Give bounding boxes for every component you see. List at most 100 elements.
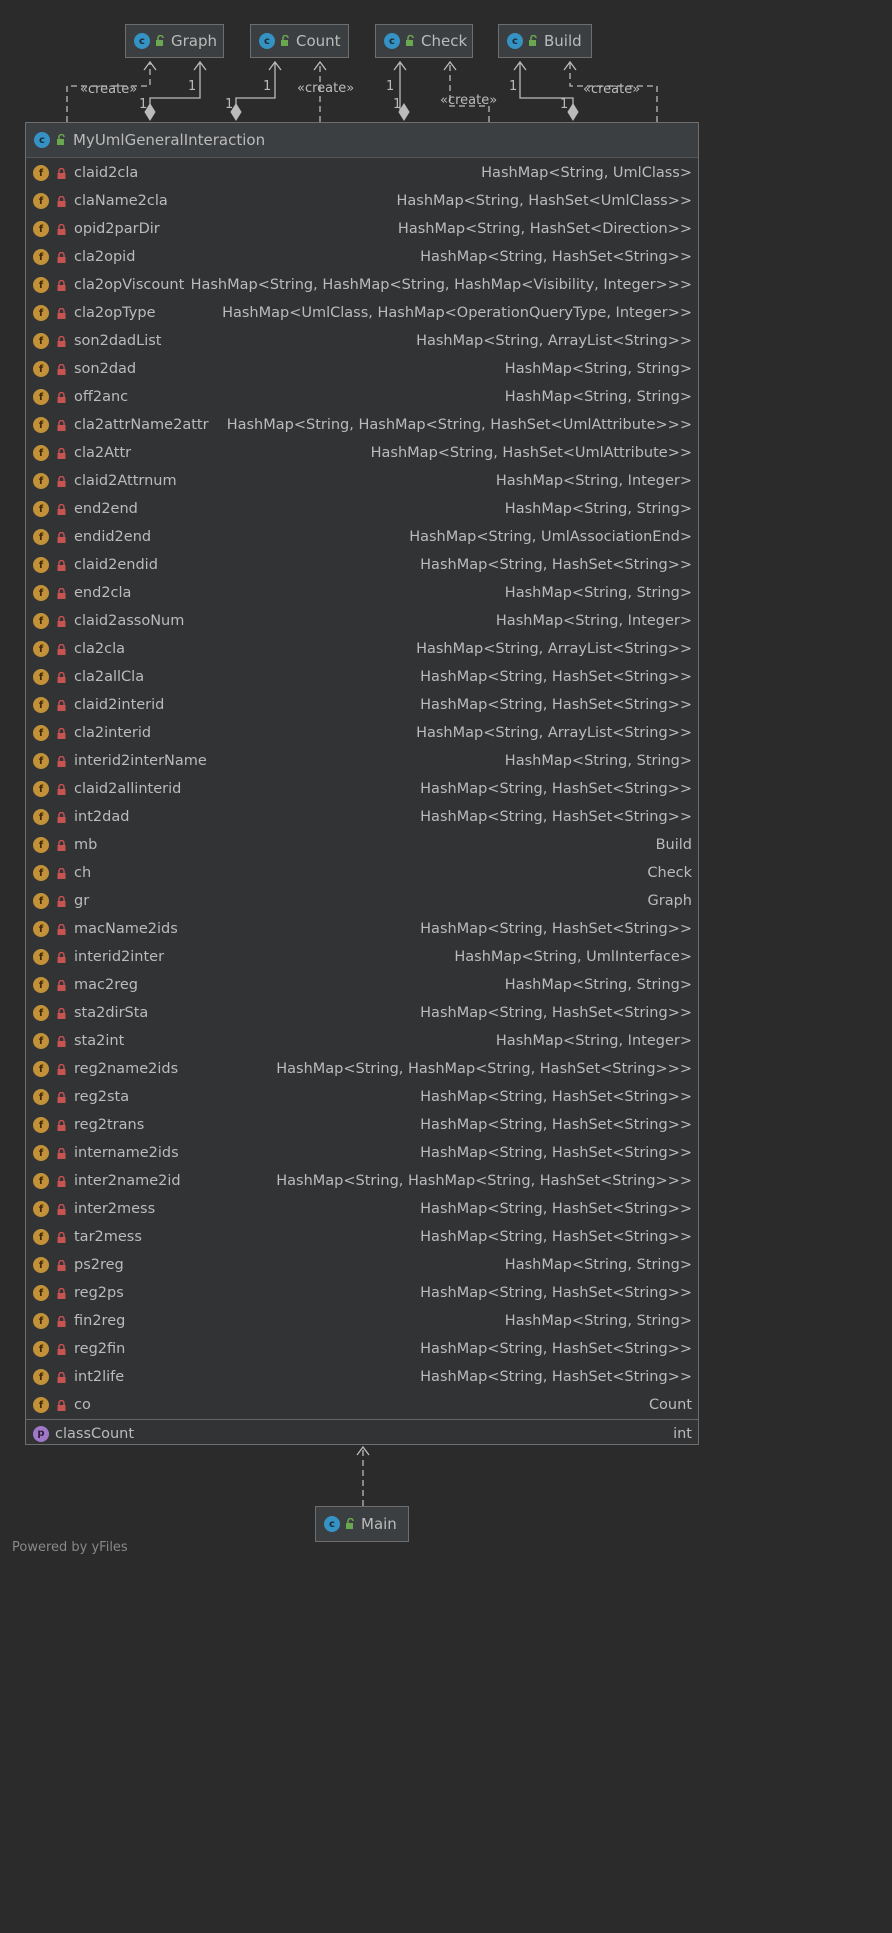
field-row[interactable]: f interid2interName HashMap<String, String… <box>26 747 698 775</box>
field-name: claid2allinterid <box>74 781 182 797</box>
lock-icon <box>57 1175 66 1187</box>
field-name: interid2interName <box>74 753 207 769</box>
field-row[interactable]: f ch Check <box>26 859 698 887</box>
lock-icon <box>57 1399 66 1411</box>
class-icon: c <box>259 33 275 49</box>
field-row[interactable]: f cla2Attr HashMap<String, HashSet<UmlAttr… <box>26 439 698 467</box>
field-row[interactable]: f intername2ids HashMap<String, HashSet<St… <box>26 1139 698 1167</box>
class-box-my-uml-general-interaction[interactable]: c MyUmlGeneralInteraction f claid2cla Hash… <box>25 122 699 1445</box>
field-row[interactable]: f macName2ids HashMap<String, HashSet<Stri… <box>26 915 698 943</box>
field-row[interactable]: f cla2opType HashMap<UmlClass, HashMap<Ope… <box>26 299 698 327</box>
field-row[interactable]: f claid2Attrnum HashMap<String, Integer> <box>26 467 698 495</box>
field-row[interactable]: f end2end HashMap<String, String> <box>26 495 698 523</box>
field-row[interactable]: f cla2opViscount HashMap<String, HashMap<S… <box>26 271 698 299</box>
field-row[interactable]: f tar2mess HashMap<String, HashSet<String>… <box>26 1223 698 1251</box>
field-name: sta2int <box>74 1033 125 1049</box>
field-row[interactable]: f claid2interid HashMap<String, HashSet<St… <box>26 691 698 719</box>
field-type: HashMap<String, String> <box>504 1257 692 1273</box>
field-row[interactable]: f reg2fin HashMap<String, HashSet<String>> <box>26 1335 698 1363</box>
field-row[interactable]: f cla2cla HashMap<String, ArrayList<String… <box>26 635 698 663</box>
field-icon: f <box>33 305 49 321</box>
field-name: ch <box>74 865 92 881</box>
field-name: sta2dirSta <box>74 1005 149 1021</box>
field-row[interactable]: f reg2sta HashMap<String, HashSet<String>> <box>26 1083 698 1111</box>
field-name: macName2ids <box>74 921 178 937</box>
field-type: HashMap<String, UmlInterface> <box>454 949 692 965</box>
field-icon: f <box>33 1341 49 1357</box>
field-row[interactable]: f claid2allinterid HashMap<String, HashSet… <box>26 775 698 803</box>
lock-icon <box>57 391 66 403</box>
field-row[interactable]: f claid2assoNum HashMap<String, Integer> <box>26 607 698 635</box>
class-box-build[interactable]: c Build <box>498 24 592 58</box>
field-row[interactable]: f cla2attrName2attr HashMap<String, HashMa… <box>26 411 698 439</box>
field-icon: f <box>33 1089 49 1105</box>
field-name: reg2name2ids <box>74 1061 179 1077</box>
field-type: HashMap<String, HashSet<String>> <box>420 557 692 573</box>
field-row[interactable]: f reg2ps HashMap<String, HashSet<String>> <box>26 1279 698 1307</box>
field-row[interactable]: f reg2trans HashMap<String, HashSet<String… <box>26 1111 698 1139</box>
field-row[interactable]: f int2life HashMap<String, HashSet<String>… <box>26 1363 698 1391</box>
field-row[interactable]: f claName2cla HashMap<String, HashSet<UmlC… <box>26 187 698 215</box>
field-row[interactable]: f co Count <box>26 1391 698 1419</box>
field-type: HashMap<String, HashSet<String>> <box>420 1229 692 1245</box>
field-icon: f <box>33 921 49 937</box>
field-type: HashMap<String, HashSet<String>> <box>420 1117 692 1133</box>
field-row[interactable]: f opid2parDir HashMap<String, HashSet<Dire… <box>26 215 698 243</box>
field-row[interactable]: f inter2mess HashMap<String, HashSet<Strin… <box>26 1195 698 1223</box>
field-row[interactable]: f sta2int HashMap<String, Integer> <box>26 1027 698 1055</box>
field-type: HashMap<String, HashSet<String>> <box>420 921 692 937</box>
build-multiplicity-label: 1 <box>509 79 517 94</box>
lock-icon <box>57 1315 66 1327</box>
field-row[interactable]: f mb Build <box>26 831 698 859</box>
field-row[interactable]: f end2cla HashMap<String, String> <box>26 579 698 607</box>
field-icon: f <box>33 613 49 629</box>
class-box-count[interactable]: c Count <box>250 24 349 58</box>
field-name: mac2reg <box>74 977 138 993</box>
field-type: HashMap<String, String> <box>504 501 692 517</box>
lock-icon <box>57 1259 66 1271</box>
class-box-check[interactable]: c Check <box>375 24 473 58</box>
field-row[interactable]: f ps2reg HashMap<String, String> <box>26 1251 698 1279</box>
field-icon: f <box>33 1285 49 1301</box>
field-type: HashMap<String, HashSet<String>> <box>420 1089 692 1105</box>
field-row[interactable]: f cla2allCla HashMap<String, HashSet<Strin… <box>26 663 698 691</box>
class-box-graph[interactable]: c Graph <box>125 24 224 58</box>
graph-multiplicity-label: 1 <box>188 79 196 94</box>
field-icon: f <box>33 389 49 405</box>
field-name: int2dad <box>74 809 130 825</box>
field-icon: f <box>33 445 49 461</box>
class-header[interactable]: c MyUmlGeneralInteraction <box>26 123 698 158</box>
field-row[interactable]: f fin2reg HashMap<String, String> <box>26 1307 698 1335</box>
field-row[interactable]: f gr Graph <box>26 887 698 915</box>
field-row[interactable]: f son2dadList HashMap<String, ArrayList<St… <box>26 327 698 355</box>
field-row[interactable]: f cla2opid HashMap<String, HashSet<String>… <box>26 243 698 271</box>
field-row[interactable]: f off2anc HashMap<String, String> <box>26 383 698 411</box>
field-type: HashMap<String, Integer> <box>495 1033 692 1049</box>
field-row[interactable]: f int2dad HashMap<String, HashSet<String>> <box>26 803 698 831</box>
field-icon: f <box>33 249 49 265</box>
open-lock-icon <box>346 1518 354 1529</box>
field-row[interactable]: f claid2cla HashMap<String, UmlClass> <box>26 159 698 187</box>
class-box-main[interactable]: c Main <box>315 1506 409 1542</box>
lock-icon <box>57 643 66 655</box>
field-type: HashMap<String, HashSet<UmlAttribute>> <box>370 445 692 461</box>
property-row[interactable]: p classCount int <box>26 1420 698 1447</box>
open-lock-icon <box>406 35 414 46</box>
field-row[interactable]: f sta2dirSta HashMap<String, HashSet<Strin… <box>26 999 698 1027</box>
field-row[interactable]: f endid2end HashMap<String, UmlAssociation… <box>26 523 698 551</box>
field-row[interactable]: f son2dad HashMap<String, String> <box>26 355 698 383</box>
lock-icon <box>57 979 66 991</box>
field-name: claid2assoNum <box>74 613 185 629</box>
field-row[interactable]: f cla2interid HashMap<String, ArrayList<St… <box>26 719 698 747</box>
open-lock-icon <box>156 35 164 46</box>
field-type: HashMap<String, HashMap<String, HashSet<… <box>276 1173 692 1189</box>
lock-icon <box>57 335 66 347</box>
field-row[interactable]: f inter2name2id HashMap<String, HashMap<St… <box>26 1167 698 1195</box>
class-name: Count <box>296 32 341 50</box>
field-row[interactable]: f interid2inter HashMap<String, UmlInterfa… <box>26 943 698 971</box>
field-row[interactable]: f mac2reg HashMap<String, String> <box>26 971 698 999</box>
lock-icon <box>57 1371 66 1383</box>
field-type: HashMap<String, UmlClass> <box>481 165 692 181</box>
field-row[interactable]: f reg2name2ids HashMap<String, HashMap<Str… <box>26 1055 698 1083</box>
field-row[interactable]: f claid2endid HashMap<String, HashSet<Stri… <box>26 551 698 579</box>
